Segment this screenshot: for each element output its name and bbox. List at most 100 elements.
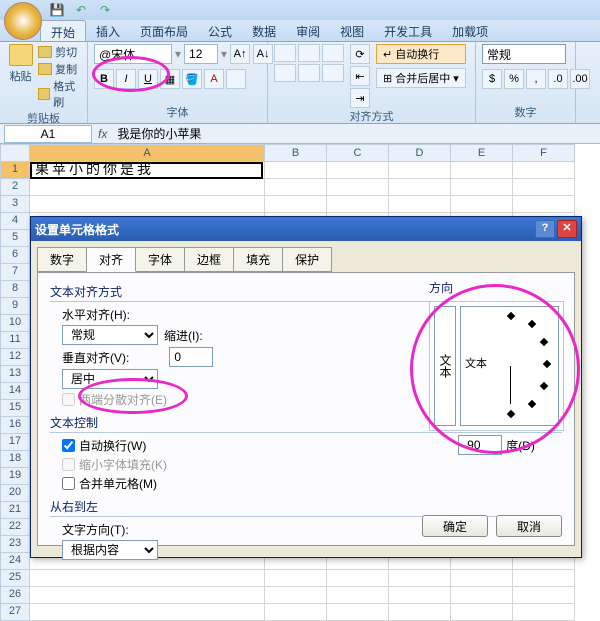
vertical-text-button[interactable]: 文本 <box>434 306 456 426</box>
cell[interactable] <box>389 587 451 604</box>
tab-data[interactable]: 数据 <box>242 20 286 41</box>
indent-spinner[interactable] <box>169 347 213 367</box>
cell[interactable] <box>451 604 513 621</box>
dlg-tab-border[interactable]: 边框 <box>184 247 234 272</box>
phonetic-button[interactable] <box>226 69 246 89</box>
cell[interactable] <box>265 179 327 196</box>
row-header[interactable]: 10 <box>0 315 30 332</box>
merge-cells-check[interactable] <box>62 477 75 490</box>
dlg-tab-protect[interactable]: 保护 <box>282 247 332 272</box>
cell[interactable] <box>513 179 575 196</box>
tab-dev[interactable]: 开发工具 <box>374 20 442 41</box>
dialog-titlebar[interactable]: 设置单元格格式 ? ✕ <box>31 217 581 241</box>
ok-button[interactable]: 确定 <box>422 515 488 537</box>
cell[interactable] <box>451 179 513 196</box>
row-header[interactable]: 4 <box>0 213 30 230</box>
row-header[interactable]: 12 <box>0 349 30 366</box>
row-header[interactable]: 18 <box>0 451 30 468</box>
inc-decimal[interactable]: .0 <box>548 69 568 89</box>
cell[interactable] <box>389 162 451 179</box>
number-format-combo[interactable] <box>482 44 566 64</box>
paste-button[interactable]: 粘贴 <box>6 44 35 84</box>
fx-icon[interactable]: fx <box>98 127 107 141</box>
increase-indent[interactable]: ⇥ <box>350 88 370 108</box>
orientation-dial[interactable]: 文本 <box>460 306 559 426</box>
align-center[interactable] <box>298 64 320 82</box>
row-header[interactable]: 23 <box>0 536 30 553</box>
cell[interactable] <box>327 179 389 196</box>
column-header[interactable]: E <box>451 144 513 162</box>
column-header[interactable]: D <box>389 144 451 162</box>
cell[interactable] <box>327 196 389 213</box>
cell[interactable] <box>513 604 575 621</box>
dlg-tab-alignment[interactable]: 对齐 <box>86 247 136 272</box>
cell[interactable] <box>389 196 451 213</box>
align-bottom[interactable] <box>322 44 344 62</box>
cell[interactable] <box>451 196 513 213</box>
cut-button[interactable]: 剪切 <box>38 44 81 60</box>
cell[interactable] <box>327 587 389 604</box>
cell[interactable] <box>265 604 327 621</box>
dlg-tab-fill[interactable]: 填充 <box>233 247 283 272</box>
active-cell[interactable]: 果苹小的你是我 <box>30 162 263 179</box>
tab-layout[interactable]: 页面布局 <box>130 20 198 41</box>
tab-formulas[interactable]: 公式 <box>198 20 242 41</box>
align-left[interactable] <box>274 64 296 82</box>
row-header[interactable]: 24 <box>0 553 30 570</box>
fill-color-button[interactable]: 🪣 <box>182 69 202 89</box>
redo-icon[interactable]: ↷ <box>96 1 114 19</box>
close-button[interactable]: ✕ <box>557 220 577 238</box>
cell[interactable] <box>327 570 389 587</box>
cell[interactable] <box>451 162 513 179</box>
row-header[interactable]: 8 <box>0 281 30 298</box>
format-painter-button[interactable]: 格式刷 <box>38 78 81 110</box>
undo-icon[interactable]: ↶ <box>72 1 90 19</box>
border-button[interactable]: ▦ <box>160 69 180 89</box>
row-header[interactable]: 22 <box>0 519 30 536</box>
percent-button[interactable]: % <box>504 69 524 89</box>
cancel-button[interactable]: 取消 <box>496 515 562 537</box>
tab-review[interactable]: 审阅 <box>286 20 330 41</box>
underline-button[interactable]: U <box>138 69 158 89</box>
row-header[interactable]: 5 <box>0 230 30 247</box>
row-header[interactable]: 9 <box>0 298 30 315</box>
column-header[interactable]: C <box>327 144 389 162</box>
cell[interactable] <box>513 162 575 179</box>
cell[interactable] <box>451 587 513 604</box>
orientation-button[interactable]: ⟳ <box>350 44 370 64</box>
font-size-combo[interactable] <box>184 44 218 64</box>
name-box[interactable] <box>4 125 92 143</box>
font-name-combo[interactable] <box>94 44 172 64</box>
cell[interactable] <box>265 162 327 179</box>
help-button[interactable]: ? <box>535 220 555 238</box>
dlg-tab-font[interactable]: 字体 <box>135 247 185 272</box>
tab-home[interactable]: 开始 <box>40 20 86 41</box>
row-header[interactable]: 11 <box>0 332 30 349</box>
increase-font-icon[interactable]: A↑ <box>230 44 250 64</box>
bold-button[interactable]: B <box>94 69 114 89</box>
wrap-text-check[interactable] <box>62 439 75 452</box>
column-header[interactable]: A <box>30 144 265 162</box>
decrease-indent[interactable]: ⇤ <box>350 66 370 86</box>
row-header[interactable]: 15 <box>0 400 30 417</box>
row-header[interactable]: 2 <box>0 179 30 196</box>
comma-button[interactable]: , <box>526 69 546 89</box>
align-right[interactable] <box>322 64 344 82</box>
row-header[interactable]: 19 <box>0 468 30 485</box>
text-direction-combo[interactable]: 根据内容 <box>62 540 158 560</box>
office-button[interactable] <box>4 2 42 40</box>
cell[interactable] <box>513 570 575 587</box>
tab-insert[interactable]: 插入 <box>86 20 130 41</box>
select-all-corner[interactable] <box>0 144 30 162</box>
row-header[interactable]: 27 <box>0 604 30 621</box>
cell[interactable] <box>265 587 327 604</box>
row-header[interactable]: 16 <box>0 417 30 434</box>
cell[interactable] <box>30 587 265 604</box>
dlg-tab-number[interactable]: 数字 <box>37 247 87 272</box>
row-header[interactable]: 25 <box>0 570 30 587</box>
currency-button[interactable]: $ <box>482 69 502 89</box>
row-header[interactable]: 6 <box>0 247 30 264</box>
degree-spinner[interactable] <box>458 435 502 455</box>
cell[interactable] <box>389 604 451 621</box>
row-header[interactable]: 20 <box>0 485 30 502</box>
